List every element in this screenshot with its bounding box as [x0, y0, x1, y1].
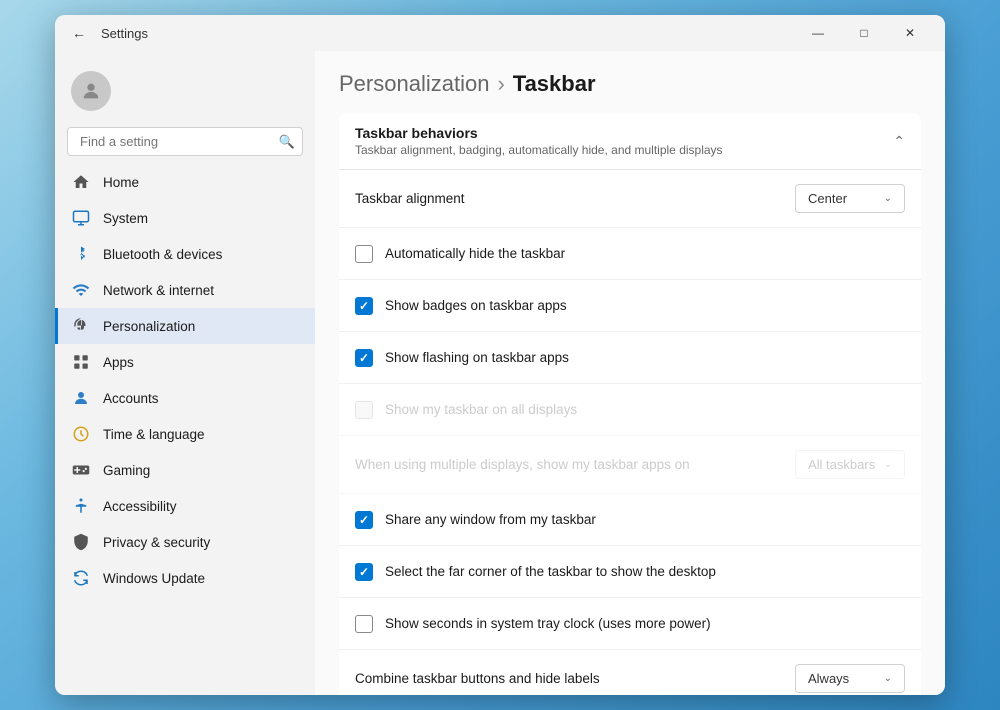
section-header-text: Taskbar behaviors Taskbar alignment, bad…	[355, 125, 723, 157]
setting-row-alignment: Taskbar alignment Center ⌄	[339, 170, 921, 228]
setting-label-multidisplay: When using multiple displays, show my ta…	[355, 457, 795, 472]
setting-row-sharewindow: Share any window from my taskbar	[339, 494, 921, 546]
search-icon: 🔍	[279, 134, 295, 150]
setting-label-alldisplays: Show my taskbar on all displays	[385, 402, 905, 417]
close-button[interactable]: ✕	[887, 17, 933, 49]
window-controls: — □ ✕	[795, 17, 933, 49]
breadcrumb-separator: ›	[497, 71, 504, 97]
section-collapse-icon[interactable]: ⌃	[893, 133, 905, 150]
combine-dropdown[interactable]: Always ⌄	[795, 664, 905, 693]
setting-row-alldisplays: Show my taskbar on all displays	[339, 384, 921, 436]
farcorner-checkbox[interactable]	[355, 563, 373, 581]
section-header: Taskbar behaviors Taskbar alignment, bad…	[339, 113, 921, 170]
sidebar-item-network[interactable]: Network & internet	[55, 272, 315, 308]
sidebar-item-accounts[interactable]: Accounts	[55, 380, 315, 416]
sidebar-item-system[interactable]: System	[55, 200, 315, 236]
alignment-dropdown[interactable]: Center ⌄	[795, 184, 905, 213]
sidebar-label-system: System	[103, 211, 148, 226]
user-avatar-area	[55, 59, 315, 127]
sidebar-label-personalization: Personalization	[103, 319, 195, 334]
sidebar-label-home: Home	[103, 175, 139, 190]
window-title: Settings	[101, 26, 785, 41]
apps-icon	[71, 352, 91, 372]
combine-value: Always	[808, 671, 849, 686]
autohide-checkbox[interactable]	[355, 245, 373, 263]
setting-row-farcorner: Select the far corner of the taskbar to …	[339, 546, 921, 598]
sidebar-label-privacy: Privacy & security	[103, 535, 210, 550]
setting-label-badges: Show badges on taskbar apps	[385, 298, 905, 313]
sidebar-item-time[interactable]: Time & language	[55, 416, 315, 452]
system-icon	[71, 208, 91, 228]
alldisplays-checkbox[interactable]	[355, 401, 373, 419]
minimize-button[interactable]: —	[795, 17, 841, 49]
maximize-button[interactable]: □	[841, 17, 887, 49]
breadcrumb-parent: Personalization	[339, 71, 489, 97]
sidebar-item-home[interactable]: Home	[55, 164, 315, 200]
titlebar: ← Settings — □ ✕	[55, 15, 945, 51]
setting-label-combine: Combine taskbar buttons and hide labels	[355, 671, 795, 686]
setting-label-alignment: Taskbar alignment	[355, 191, 795, 206]
search-input[interactable]	[67, 127, 303, 156]
section-body: Taskbar alignment Center ⌄ Automatically…	[339, 170, 921, 695]
breadcrumb-current: Taskbar	[513, 71, 596, 97]
sidebar-label-apps: Apps	[103, 355, 134, 370]
settings-window: ← Settings — □ ✕ 🔍	[55, 15, 945, 695]
chevron-down-icon: ⌄	[884, 673, 892, 684]
update-icon	[71, 568, 91, 588]
setting-label-showseconds: Show seconds in system tray clock (uses …	[385, 616, 905, 631]
showseconds-checkbox[interactable]	[355, 615, 373, 633]
sidebar-item-personalization[interactable]: Personalization	[55, 308, 315, 344]
accessibility-icon	[71, 496, 91, 516]
personalization-icon	[71, 316, 91, 336]
setting-row-badges: Show badges on taskbar apps	[339, 280, 921, 332]
chevron-down-icon: ⌄	[884, 459, 892, 470]
time-icon	[71, 424, 91, 444]
setting-row-showseconds: Show seconds in system tray clock (uses …	[339, 598, 921, 650]
sidebar-item-update[interactable]: Windows Update	[55, 560, 315, 596]
alignment-value: Center	[808, 191, 847, 206]
sharewindow-checkbox[interactable]	[355, 511, 373, 529]
chevron-down-icon: ⌄	[884, 193, 892, 204]
setting-row-multidisplay: When using multiple displays, show my ta…	[339, 436, 921, 494]
sidebar-item-apps[interactable]: Apps	[55, 344, 315, 380]
privacy-icon	[71, 532, 91, 552]
multidisplay-dropdown[interactable]: All taskbars ⌄	[795, 450, 905, 479]
section-subtitle: Taskbar alignment, badging, automaticall…	[355, 143, 723, 157]
bluetooth-icon	[71, 244, 91, 264]
sidebar-item-gaming[interactable]: Gaming	[55, 452, 315, 488]
sidebar-label-gaming: Gaming	[103, 463, 150, 478]
accounts-icon	[71, 388, 91, 408]
search-box[interactable]: 🔍	[67, 127, 303, 156]
sidebar: 🔍 Home System Bluetooth & devices	[55, 51, 315, 695]
setting-row-combine: Combine taskbar buttons and hide labels …	[339, 650, 921, 695]
sidebar-item-accessibility[interactable]: Accessibility	[55, 488, 315, 524]
setting-label-flashing: Show flashing on taskbar apps	[385, 350, 905, 365]
gaming-icon	[71, 460, 91, 480]
setting-row-autohide: Automatically hide the taskbar	[339, 228, 921, 280]
back-button[interactable]: ←	[67, 21, 91, 45]
home-icon	[71, 172, 91, 192]
sidebar-label-accessibility: Accessibility	[103, 499, 177, 514]
setting-label-autohide: Automatically hide the taskbar	[385, 246, 905, 261]
sidebar-item-privacy[interactable]: Privacy & security	[55, 524, 315, 560]
network-icon	[71, 280, 91, 300]
badges-checkbox[interactable]	[355, 297, 373, 315]
avatar	[71, 71, 111, 111]
main-content: Personalization › Taskbar Taskbar behavi…	[315, 51, 945, 695]
sidebar-label-update: Windows Update	[103, 571, 205, 586]
sidebar-item-bluetooth[interactable]: Bluetooth & devices	[55, 236, 315, 272]
flashing-checkbox[interactable]	[355, 349, 373, 367]
sidebar-label-accounts: Accounts	[103, 391, 159, 406]
main-layout: 🔍 Home System Bluetooth & devices	[55, 51, 945, 695]
setting-row-flashing: Show flashing on taskbar apps	[339, 332, 921, 384]
setting-label-sharewindow: Share any window from my taskbar	[385, 512, 905, 527]
multidisplay-value: All taskbars	[808, 457, 875, 472]
breadcrumb: Personalization › Taskbar	[339, 71, 921, 97]
section-title: Taskbar behaviors	[355, 125, 723, 141]
sidebar-label-network: Network & internet	[103, 283, 214, 298]
taskbar-behaviors-section: Taskbar behaviors Taskbar alignment, bad…	[339, 113, 921, 695]
sidebar-label-time: Time & language	[103, 427, 205, 442]
setting-label-farcorner: Select the far corner of the taskbar to …	[385, 564, 905, 579]
sidebar-label-bluetooth: Bluetooth & devices	[103, 247, 222, 262]
